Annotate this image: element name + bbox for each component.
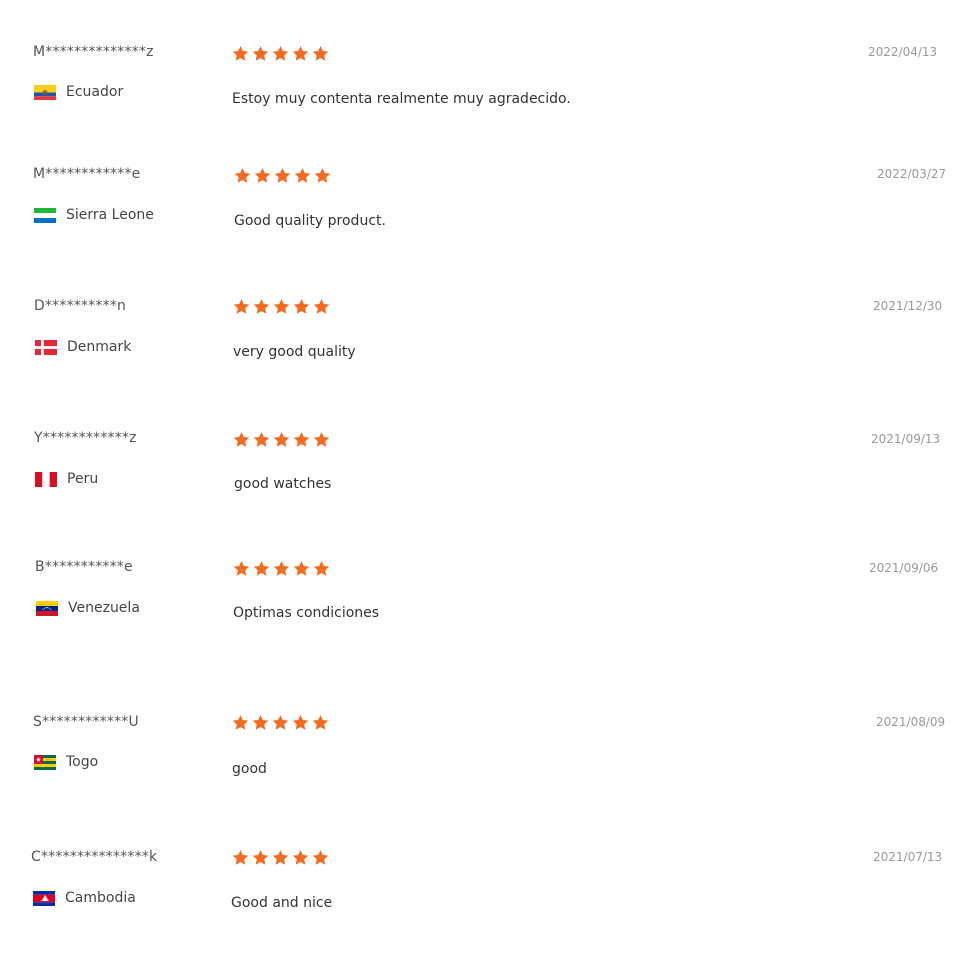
- country-name: Sierra Leone: [66, 207, 154, 223]
- rating-stars: [233, 298, 330, 315]
- star-icon: [273, 432, 290, 447]
- star-icon: [232, 715, 249, 730]
- country-name: Togo: [66, 754, 99, 770]
- star-icon: [293, 561, 310, 576]
- star-icon: [293, 432, 310, 447]
- reviewer-name: B***********e: [35, 559, 133, 575]
- star-icon: [312, 715, 329, 730]
- reviewer-name: M************e: [33, 166, 141, 182]
- country-name: Peru: [67, 471, 99, 487]
- review-date: 2021/08/09: [876, 715, 946, 729]
- review-comment: good: [232, 761, 267, 777]
- star-icon: [312, 850, 329, 865]
- country-name: Cambodia: [65, 890, 136, 906]
- review-item: C***************k Cambodia Good and nice…: [0, 0, 962, 911]
- review-date: 2021/09/06: [869, 561, 939, 575]
- flag-denmark-icon: [35, 339, 57, 355]
- star-icon: [274, 168, 291, 183]
- star-icon: [254, 168, 271, 183]
- reviewer-name: D**********n: [34, 298, 127, 314]
- country-name: Denmark: [67, 339, 132, 355]
- review-comment: Optimas condiciones: [233, 605, 380, 621]
- rating-stars: [232, 849, 329, 866]
- reviewer-name: Y************z: [34, 430, 137, 446]
- reviewer-country: Togo: [34, 753, 98, 771]
- star-icon: [293, 299, 310, 314]
- reviewer-name: S************U: [33, 714, 139, 730]
- star-icon: [294, 168, 311, 183]
- reviewer-country: Denmark: [35, 338, 131, 356]
- reviewer-country: Venezuela: [36, 599, 140, 617]
- rating-stars: [233, 560, 330, 577]
- star-icon: [252, 850, 269, 865]
- reviewer-country: Sierra Leone: [34, 206, 154, 224]
- star-icon: [233, 561, 250, 576]
- review-date: 2021/07/13: [873, 850, 943, 864]
- star-icon: [273, 561, 290, 576]
- flag-sierra-leone-icon: [34, 207, 56, 223]
- star-icon: [313, 432, 330, 447]
- reviewer-country: Cambodia: [33, 889, 136, 907]
- flag-cambodia-icon: [33, 890, 55, 906]
- review-comment: good watches: [234, 476, 332, 492]
- star-icon: [314, 168, 331, 183]
- rating-stars: [234, 167, 331, 184]
- star-icon: [253, 432, 270, 447]
- reviewer-country: Peru: [35, 470, 98, 488]
- star-icon: [234, 168, 251, 183]
- review-date: 2021/12/30: [873, 299, 943, 313]
- star-icon: [273, 299, 290, 314]
- flag-venezuela-icon: [36, 600, 58, 616]
- star-icon: [233, 432, 250, 447]
- review-comment: Good and nice: [231, 895, 333, 911]
- star-icon: [313, 561, 330, 576]
- flag-peru-icon: [35, 471, 57, 487]
- star-icon: [253, 299, 270, 314]
- flag-togo-icon: [34, 754, 56, 770]
- review-date: 2022/03/27: [877, 167, 947, 181]
- star-icon: [253, 561, 270, 576]
- star-icon: [313, 299, 330, 314]
- rating-stars: [233, 431, 330, 448]
- review-comment: Good quality product.: [234, 213, 386, 229]
- star-icon: [252, 715, 269, 730]
- star-icon: [232, 850, 249, 865]
- star-icon: [292, 715, 309, 730]
- star-icon: [272, 715, 289, 730]
- star-icon: [292, 850, 309, 865]
- reviewer-name: C***************k: [31, 849, 158, 865]
- star-icon: [272, 850, 289, 865]
- review-comment: very good quality: [233, 344, 356, 360]
- country-name: Venezuela: [68, 600, 140, 616]
- rating-stars: [232, 714, 329, 731]
- review-date: 2021/09/13: [871, 432, 941, 446]
- star-icon: [233, 299, 250, 314]
